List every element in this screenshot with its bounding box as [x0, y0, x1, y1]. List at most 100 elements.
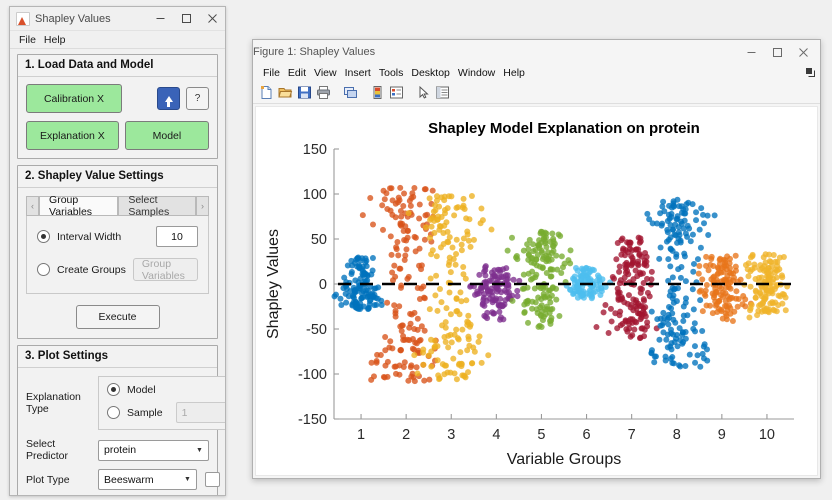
data-point: [394, 239, 401, 245]
data-point: [542, 238, 549, 245]
tab-select-samples[interactable]: Select Samples: [118, 194, 196, 218]
maximize-button[interactable]: [173, 8, 199, 30]
data-point: [433, 253, 440, 260]
minimize-button[interactable]: [147, 8, 173, 30]
property-inspector-icon[interactable]: [434, 84, 451, 101]
y-tick-label: 150: [303, 142, 327, 158]
figure-minimize-button[interactable]: [738, 41, 764, 63]
data-point: [392, 307, 399, 314]
link-plot-icon[interactable]: [342, 84, 359, 101]
figure-menu-view[interactable]: View: [310, 67, 341, 79]
data-point: [348, 270, 355, 277]
data-point: [766, 251, 773, 258]
data-point: [514, 256, 521, 263]
data-point: [640, 296, 647, 303]
save-figure-icon[interactable]: [296, 84, 313, 101]
data-point: [556, 313, 563, 319]
tab-prev-arrow[interactable]: ‹: [26, 196, 40, 215]
data-point: [616, 263, 623, 270]
data-point: [437, 286, 444, 293]
open-file-icon[interactable]: [277, 84, 294, 101]
radio-sample[interactable]: [107, 406, 120, 419]
radio-create-groups[interactable]: [37, 263, 50, 276]
y-axis-label: Shapley Values: [265, 229, 282, 339]
data-point: [667, 245, 674, 252]
figure-menu-help[interactable]: Help: [499, 67, 529, 79]
data-point: [468, 193, 475, 200]
tab-group-variables[interactable]: Group Variables: [39, 194, 119, 218]
data-point: [597, 291, 604, 298]
figure-close-button[interactable]: [790, 41, 816, 63]
figure-menu-insert[interactable]: Insert: [341, 67, 375, 79]
data-point: [416, 262, 423, 269]
data-point: [686, 351, 693, 358]
data-point: [364, 287, 371, 294]
data-point: [433, 272, 440, 279]
data-point: [593, 324, 600, 331]
shapley-values-app-window: Shapley Values File Help 1. Load Data an…: [9, 6, 226, 496]
legend-icon[interactable]: [388, 84, 405, 101]
data-point: [464, 318, 471, 325]
plot-type-dropdown[interactable]: Beeswarm ▼: [98, 469, 197, 490]
figure-titlebar: Figure 1: Shapley Values: [253, 40, 820, 64]
radio-model[interactable]: [107, 383, 120, 396]
data-point: [687, 238, 694, 245]
select-predictor-dropdown[interactable]: protein ▼: [98, 439, 209, 461]
new-figure-icon[interactable]: [258, 84, 275, 101]
figure-menu-edit[interactable]: Edit: [284, 67, 310, 79]
menu-file[interactable]: File: [15, 34, 40, 46]
data-point: [669, 226, 676, 233]
data-point: [667, 326, 674, 333]
data-point: [428, 223, 435, 230]
print-icon[interactable]: [315, 84, 332, 101]
data-point: [600, 309, 607, 316]
data-point: [391, 302, 398, 309]
model-button[interactable]: Model: [124, 121, 209, 150]
data-point: [357, 257, 364, 264]
data-point: [553, 285, 560, 292]
interval-width-input[interactable]: 10: [156, 226, 198, 247]
execute-button[interactable]: Execute: [75, 305, 160, 329]
data-point: [416, 201, 423, 208]
data-point: [636, 239, 643, 246]
radio-interval-width[interactable]: [37, 230, 50, 243]
figure-maximize-button[interactable]: [764, 41, 790, 63]
data-point: [705, 267, 712, 274]
data-point: [514, 287, 521, 294]
section1-help-button[interactable]: ?: [186, 87, 209, 110]
data-point: [733, 295, 740, 302]
data-point: [782, 294, 789, 301]
data-point: [519, 285, 526, 292]
data-point: [442, 324, 449, 331]
figure-menu-tools[interactable]: Tools: [375, 67, 408, 79]
figure-menu-window[interactable]: Window: [454, 67, 499, 79]
plot-type-row: Plot Type Beeswarm ▼: [26, 469, 220, 490]
data-point: [607, 305, 614, 312]
data-point: [404, 234, 411, 241]
data-point: [588, 295, 595, 302]
data-point: [508, 234, 515, 241]
upload-icon-button[interactable]: [157, 87, 180, 110]
data-point: [524, 300, 531, 307]
section-load-data-and-model: 1. Load Data and Model Calibration X ? E…: [17, 54, 218, 159]
data-point: [654, 316, 661, 323]
close-button[interactable]: [199, 8, 225, 30]
figure-menu-file[interactable]: File: [259, 67, 284, 79]
colorbar-icon[interactable]: [369, 84, 386, 101]
data-point: [664, 316, 671, 323]
data-point: [657, 244, 664, 251]
data-point: [677, 239, 684, 246]
calibration-x-button[interactable]: Calibration X: [26, 84, 122, 113]
plot-type-checkbox[interactable]: [205, 472, 220, 487]
tab-next-arrow[interactable]: ›: [195, 196, 209, 215]
data-point: [366, 298, 373, 304]
figure-menu-desktop[interactable]: Desktop: [407, 67, 454, 79]
menu-help[interactable]: Help: [40, 34, 70, 46]
data-point: [699, 276, 706, 283]
data-point: [493, 295, 500, 302]
data-point: [373, 358, 380, 365]
dock-arrow-icon[interactable]: [806, 68, 815, 77]
pointer-icon[interactable]: [415, 84, 432, 101]
data-point: [531, 285, 538, 292]
explanation-x-button[interactable]: Explanation X: [26, 121, 119, 150]
